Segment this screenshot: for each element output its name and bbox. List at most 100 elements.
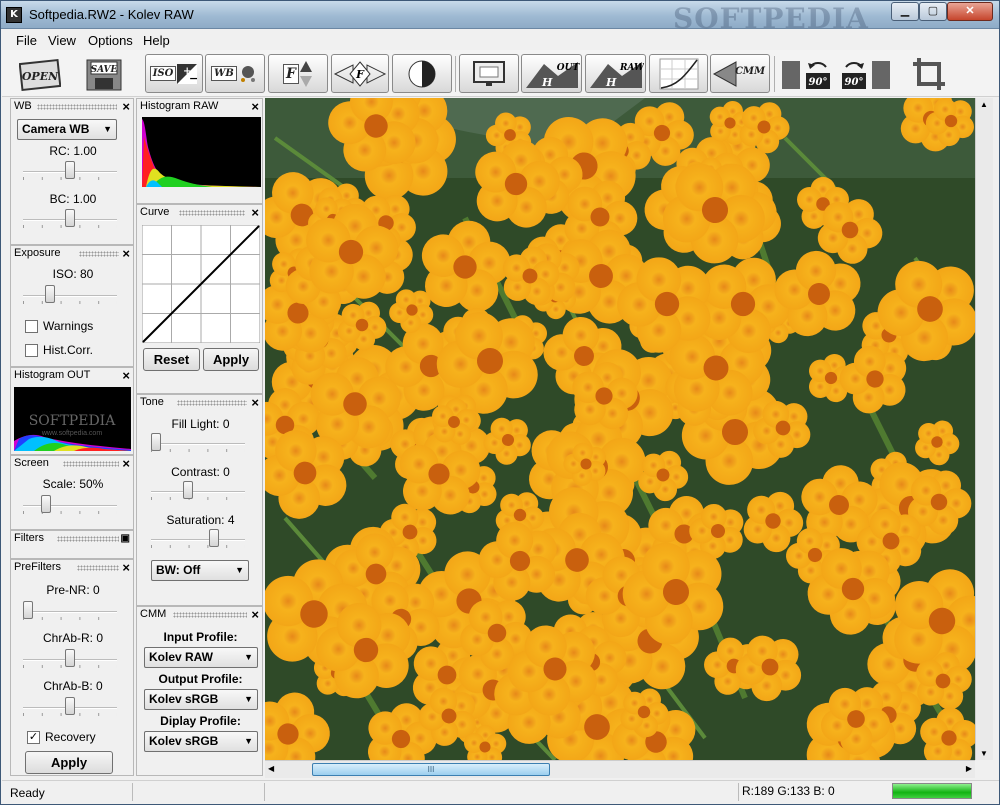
chrabr-slider[interactable] (23, 647, 117, 669)
scale-slider[interactable] (23, 493, 117, 515)
close-icon[interactable]: × (251, 607, 259, 622)
slider-thumb[interactable] (65, 209, 75, 227)
saturation-slider[interactable] (151, 527, 245, 549)
checkmark-icon[interactable]: ✓ (27, 730, 40, 744)
menu-options[interactable]: Options (88, 33, 133, 48)
maximize-button[interactable]: ▢ (919, 2, 947, 21)
drag-grip[interactable] (63, 461, 119, 467)
wb-label: WB (211, 66, 237, 81)
chrabb-slider[interactable] (23, 695, 117, 717)
slider-thumb[interactable] (183, 481, 193, 499)
input-profile-select[interactable]: Kolev RAW ▼ (144, 647, 258, 668)
output-profile-select[interactable]: Kolev sRGB ▼ (144, 689, 258, 710)
image-preview[interactable] (265, 98, 975, 760)
marigold-flowers-photo (265, 98, 975, 760)
scroll-right-icon[interactable]: ▶ (966, 764, 972, 773)
screen-panel-header[interactable]: Screen × (11, 456, 133, 472)
toolbar-iso-button[interactable]: ISO + − (145, 54, 203, 93)
close-button[interactable]: ✕ (947, 2, 993, 21)
filllight-slider[interactable] (151, 431, 245, 453)
drag-grip[interactable] (57, 536, 119, 542)
contrast-slider[interactable] (151, 479, 245, 501)
prefilters-label: F (355, 68, 365, 81)
close-icon[interactable]: × (122, 560, 130, 575)
close-icon[interactable]: × (251, 395, 259, 410)
drag-grip[interactable] (179, 210, 245, 216)
crop-icon (913, 57, 945, 90)
drag-grip[interactable] (79, 251, 119, 257)
menu-view[interactable]: View (48, 33, 76, 48)
curve-reset-button[interactable]: Reset (143, 348, 200, 371)
warnings-checkbox[interactable]: Warnings (25, 319, 93, 333)
histogram-raw-header[interactable]: Histogram RAW × (137, 99, 262, 115)
recovery-checkbox[interactable]: ✓ Recovery (27, 730, 96, 744)
drag-grip[interactable] (173, 612, 247, 618)
close-icon[interactable]: × (122, 368, 130, 383)
toolbar-cmm-button[interactable]: CMM (710, 54, 770, 93)
drag-grip[interactable] (177, 400, 247, 406)
scroll-up-icon[interactable]: ▲ (980, 100, 988, 109)
drag-grip[interactable] (77, 565, 119, 571)
slider-thumb[interactable] (65, 161, 75, 179)
scroll-thumb[interactable]: III (312, 763, 550, 776)
toolbar-prefilters-button[interactable]: F (331, 54, 389, 93)
rotate-ccw-button[interactable]: 90° (780, 54, 832, 93)
restore-icon[interactable]: ▣ (121, 531, 130, 546)
slider-thumb[interactable] (23, 601, 33, 619)
curve-panel-header[interactable]: Curve × (137, 205, 262, 221)
rc-slider[interactable] (23, 159, 117, 181)
toolbar-curve-button[interactable] (649, 54, 708, 93)
histcorr-checkbox[interactable]: Hist.Corr. (25, 343, 93, 357)
wb-panel-header[interactable]: WB × (11, 99, 133, 115)
bw-select[interactable]: BW: Off ▼ (151, 560, 249, 581)
prefilters-apply-button[interactable]: Apply (25, 751, 113, 774)
wb-mode-select[interactable]: Camera WB ▼ (17, 119, 117, 140)
slider-thumb[interactable] (41, 495, 51, 513)
toolbar-tone-button[interactable] (392, 54, 452, 93)
toolbar-filters-button[interactable]: F (268, 54, 328, 93)
scroll-left-icon[interactable]: ◀ (268, 764, 274, 773)
toolbar-histogram-out-button[interactable]: OUT H (521, 54, 582, 93)
slider-thumb[interactable] (65, 649, 75, 667)
tone-curve-editor[interactable] (142, 225, 260, 343)
vertical-scrollbar[interactable]: ▲ ▼ (975, 98, 993, 760)
prefilters-panel-header[interactable]: PreFilters × (11, 560, 133, 576)
checkbox-box[interactable] (25, 343, 38, 357)
drag-grip[interactable] (37, 104, 117, 110)
slider-thumb[interactable] (65, 697, 75, 715)
bc-slider[interactable] (23, 207, 117, 229)
prenr-slider[interactable] (23, 599, 117, 621)
close-icon[interactable]: × (122, 246, 130, 261)
save-button[interactable]: SAVE (84, 54, 124, 93)
open-button[interactable]: OPEN (18, 54, 62, 93)
horizontal-scrollbar[interactable]: ◀ III ▶ (265, 760, 975, 778)
exposure-panel-header[interactable]: Exposure × (11, 246, 133, 262)
toolbar-histogram-raw-button[interactable]: RAW H (585, 54, 646, 93)
checkbox-box[interactable] (25, 319, 38, 333)
cmm-panel-header[interactable]: CMM × (137, 607, 262, 623)
rotate-cw-button[interactable]: 90° (840, 54, 892, 93)
minimize-button[interactable]: ▁ (891, 2, 919, 21)
filters-panel-header[interactable]: Filters ▣ (11, 531, 133, 547)
close-icon[interactable]: × (251, 205, 259, 220)
close-icon[interactable]: × (122, 99, 130, 114)
app-icon[interactable]: K (6, 7, 22, 23)
slider-thumb[interactable] (151, 433, 161, 451)
slider-thumb[interactable] (209, 529, 219, 547)
toolbar-wb-button[interactable]: WB (205, 54, 265, 93)
close-icon[interactable]: × (251, 99, 259, 114)
display-profile-select[interactable]: Kolev sRGB ▼ (144, 731, 258, 752)
menu-help[interactable]: Help (143, 33, 170, 48)
slider-thumb[interactable] (45, 285, 55, 303)
close-icon[interactable]: × (122, 456, 130, 471)
title-bar[interactable]: K Softpedia.RW2 - Kolev RAW SOFTPEDIA ▁ … (1, 1, 999, 35)
curve-apply-button[interactable]: Apply (203, 348, 259, 371)
tone-panel-header[interactable]: Tone × (137, 395, 262, 411)
status-text: Ready (10, 786, 45, 800)
iso-slider[interactable] (23, 283, 117, 305)
histogram-out-header[interactable]: Histogram OUT × (11, 368, 133, 384)
scroll-down-icon[interactable]: ▼ (980, 749, 988, 758)
menu-file[interactable]: File (16, 33, 37, 48)
crop-button[interactable] (907, 54, 951, 93)
toolbar-screen-button[interactable] (459, 54, 519, 93)
